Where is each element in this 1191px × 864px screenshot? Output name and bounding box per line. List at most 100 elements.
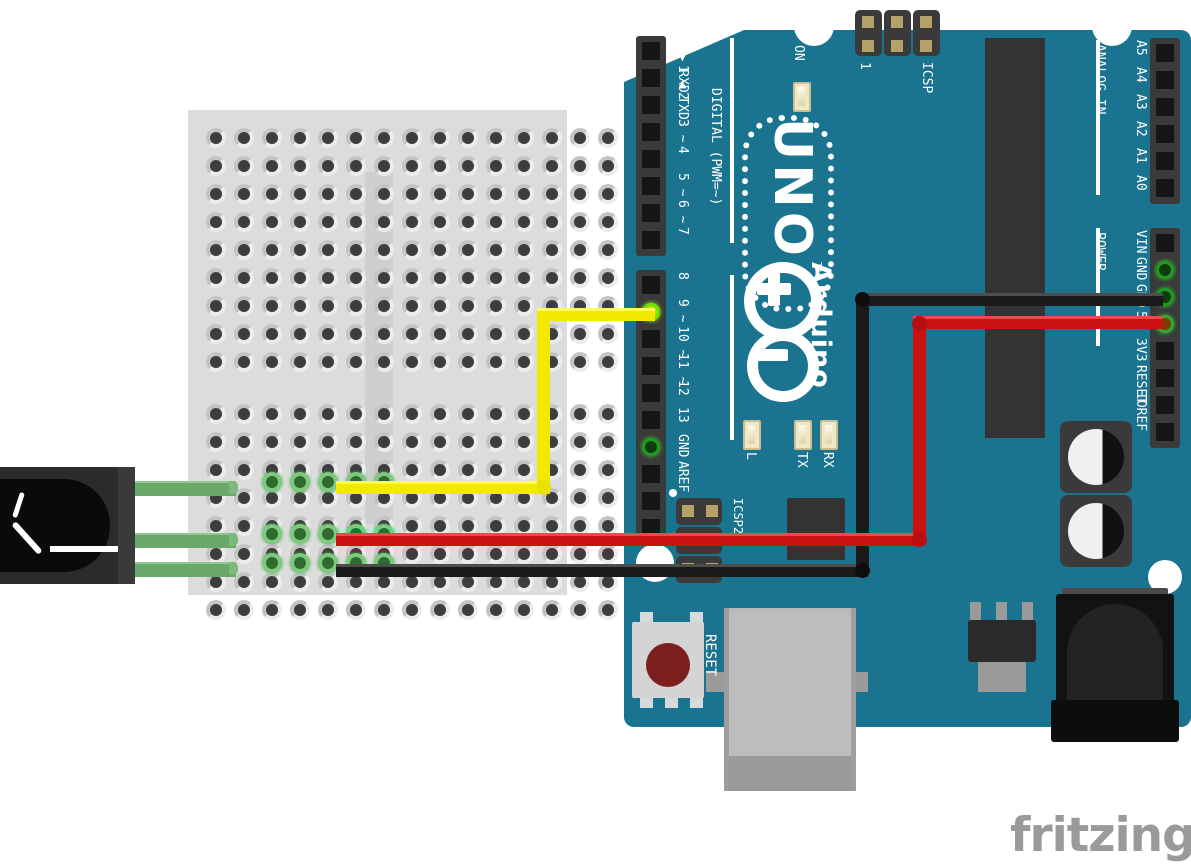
breadboard-hole[interactable] bbox=[402, 600, 422, 620]
breadboard-hole[interactable] bbox=[234, 432, 254, 452]
breadboard-hole[interactable] bbox=[570, 352, 590, 372]
breadboard-hole[interactable] bbox=[346, 324, 366, 344]
power-wire-segment-2[interactable] bbox=[913, 322, 926, 540]
breadboard-hole[interactable] bbox=[570, 544, 590, 564]
breadboard-hole[interactable] bbox=[598, 184, 618, 204]
breadboard-hole[interactable] bbox=[458, 460, 478, 480]
breadboard-hole[interactable] bbox=[290, 184, 310, 204]
breadboard-hole[interactable] bbox=[430, 352, 450, 372]
breadboard-hole[interactable] bbox=[542, 544, 562, 564]
breadboard-hole[interactable] bbox=[570, 600, 590, 620]
breadboard-hole[interactable] bbox=[374, 324, 394, 344]
breadboard-hole[interactable] bbox=[290, 432, 310, 452]
ir-receiver-leg-out[interactable] bbox=[135, 481, 236, 496]
breadboard-hole[interactable] bbox=[290, 268, 310, 288]
breadboard-hole[interactable] bbox=[290, 600, 310, 620]
breadboard-hole[interactable] bbox=[514, 296, 534, 316]
breadboard-hole[interactable] bbox=[290, 212, 310, 232]
breadboard-hole[interactable] bbox=[206, 128, 226, 148]
pin-digital-12[interactable] bbox=[642, 384, 660, 402]
breadboard-hole[interactable] bbox=[402, 296, 422, 316]
usb-connector[interactable] bbox=[724, 608, 856, 791]
breadboard-hole[interactable] bbox=[430, 184, 450, 204]
power-wire-bend[interactable] bbox=[912, 316, 927, 331]
breadboard-hole[interactable] bbox=[206, 432, 226, 452]
breadboard-hole[interactable] bbox=[374, 268, 394, 288]
pin-digital-7[interactable] bbox=[642, 231, 660, 249]
breadboard-hole-connected[interactable] bbox=[262, 524, 282, 544]
ir-receiver-leg-vcc[interactable] bbox=[135, 533, 236, 548]
breadboard-hole[interactable] bbox=[318, 324, 338, 344]
breadboard-hole[interactable] bbox=[262, 432, 282, 452]
breadboard-hole[interactable] bbox=[234, 460, 254, 480]
breadboard-hole[interactable] bbox=[374, 128, 394, 148]
breadboard-hole[interactable] bbox=[262, 156, 282, 176]
breadboard-hole-connected[interactable] bbox=[262, 472, 282, 492]
breadboard-hole[interactable] bbox=[206, 352, 226, 372]
breadboard-hole[interactable] bbox=[598, 404, 618, 424]
breadboard-hole[interactable] bbox=[430, 324, 450, 344]
breadboard-hole[interactable] bbox=[486, 240, 506, 260]
breadboard-hole[interactable] bbox=[486, 212, 506, 232]
breadboard-hole[interactable] bbox=[290, 296, 310, 316]
breadboard-hole[interactable] bbox=[598, 460, 618, 480]
pin-power-IOREF[interactable] bbox=[1156, 396, 1174, 414]
ground-wire-bend[interactable] bbox=[855, 563, 870, 578]
pin-digital-4[interactable] bbox=[642, 150, 660, 168]
pin-analog-A4[interactable] bbox=[1156, 71, 1174, 89]
breadboard-hole[interactable] bbox=[206, 460, 226, 480]
breadboard-hole[interactable] bbox=[374, 156, 394, 176]
ground-wire-segment-2[interactable] bbox=[856, 300, 869, 572]
breadboard-hole[interactable] bbox=[514, 268, 534, 288]
signal-wire-bend[interactable] bbox=[536, 480, 551, 495]
breadboard-hole[interactable] bbox=[486, 432, 506, 452]
breadboard-hole[interactable] bbox=[318, 156, 338, 176]
pin-digital-2[interactable] bbox=[642, 96, 660, 114]
breadboard-hole[interactable] bbox=[374, 432, 394, 452]
breadboard-hole[interactable] bbox=[570, 404, 590, 424]
breadboard-hole[interactable] bbox=[374, 600, 394, 620]
breadboard-hole[interactable] bbox=[206, 296, 226, 316]
breadboard-hole[interactable] bbox=[486, 404, 506, 424]
breadboard-hole[interactable] bbox=[598, 240, 618, 260]
breadboard-hole[interactable] bbox=[318, 240, 338, 260]
breadboard-hole[interactable] bbox=[514, 432, 534, 452]
breadboard-hole[interactable] bbox=[290, 128, 310, 148]
breadboard-hole[interactable] bbox=[206, 212, 226, 232]
pin-digital-blank8[interactable] bbox=[642, 492, 660, 510]
breadboard-hole[interactable] bbox=[570, 128, 590, 148]
pin-digital-10 ~[interactable] bbox=[642, 330, 660, 348]
breadboard-hole[interactable] bbox=[542, 268, 562, 288]
ground-wire-bend[interactable] bbox=[855, 292, 870, 307]
breadboard-hole[interactable] bbox=[542, 184, 562, 204]
breadboard-hole[interactable] bbox=[430, 268, 450, 288]
breadboard-hole-connected[interactable] bbox=[290, 472, 310, 492]
breadboard-hole[interactable] bbox=[402, 156, 422, 176]
breadboard-hole[interactable] bbox=[346, 352, 366, 372]
breadboard-hole[interactable] bbox=[234, 156, 254, 176]
breadboard-hole[interactable] bbox=[514, 240, 534, 260]
breadboard-hole[interactable] bbox=[262, 268, 282, 288]
pin-digital-6 ~[interactable] bbox=[642, 204, 660, 222]
breadboard-hole[interactable] bbox=[346, 432, 366, 452]
breadboard-hole[interactable] bbox=[346, 296, 366, 316]
breadboard-hole[interactable] bbox=[234, 268, 254, 288]
breadboard-hole[interactable] bbox=[402, 268, 422, 288]
breadboard-hole[interactable] bbox=[318, 572, 338, 592]
breadboard-hole[interactable] bbox=[234, 184, 254, 204]
breadboard-hole[interactable] bbox=[346, 128, 366, 148]
pin-analog-A0[interactable] bbox=[1156, 179, 1174, 197]
breadboard-hole[interactable] bbox=[234, 352, 254, 372]
breadboard-hole[interactable] bbox=[458, 128, 478, 148]
breadboard-hole[interactable] bbox=[486, 324, 506, 344]
pin-digital-GND[interactable] bbox=[642, 438, 660, 456]
breadboard-hole[interactable] bbox=[598, 156, 618, 176]
breadboard-hole[interactable] bbox=[598, 352, 618, 372]
breadboard-hole[interactable] bbox=[542, 128, 562, 148]
breadboard-hole[interactable] bbox=[430, 404, 450, 424]
breadboard-hole[interactable] bbox=[458, 352, 478, 372]
breadboard-hole[interactable] bbox=[570, 184, 590, 204]
breadboard-hole[interactable] bbox=[402, 240, 422, 260]
breadboard-hole[interactable] bbox=[206, 600, 226, 620]
breadboard-hole[interactable] bbox=[374, 404, 394, 424]
